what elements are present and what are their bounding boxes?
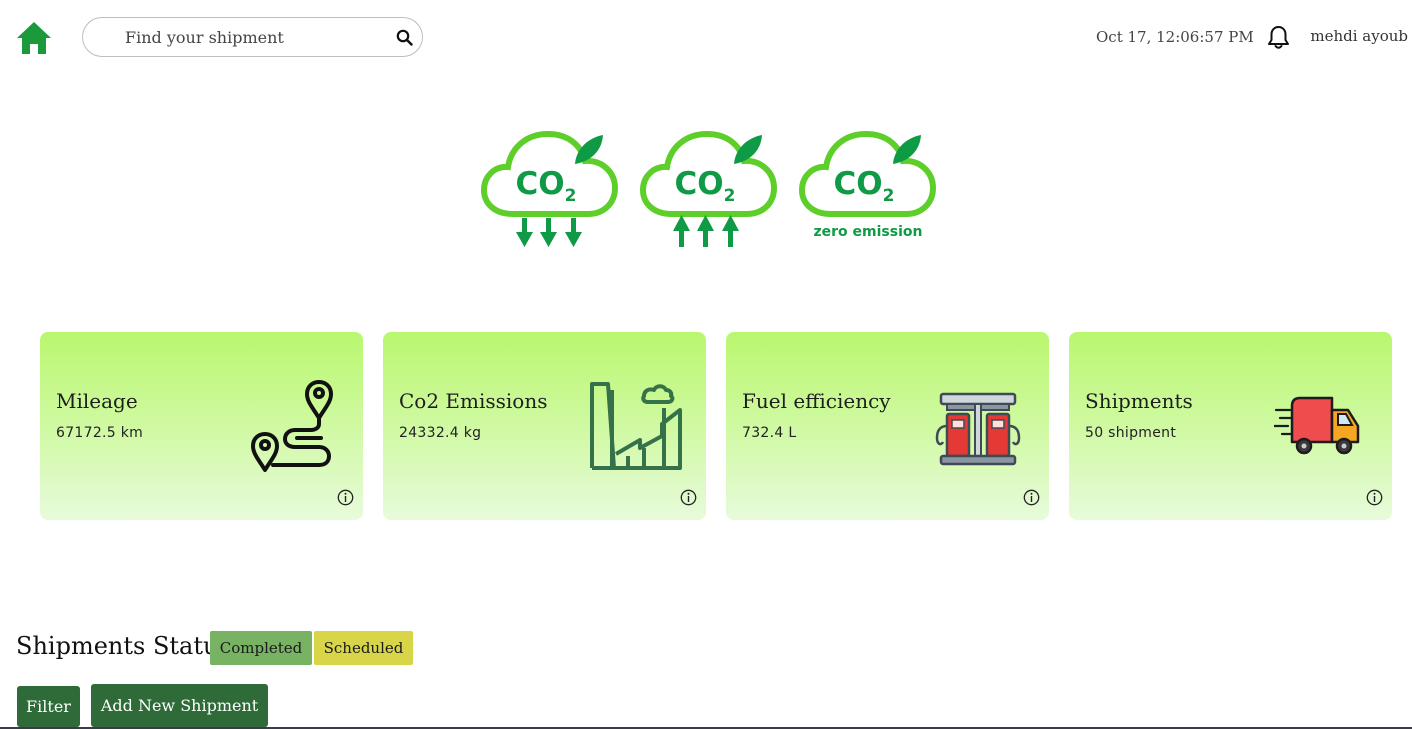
co2-subscript: 2 (724, 186, 736, 206)
card-value: 732.4 L (742, 425, 797, 441)
filter-button[interactable]: Filter (17, 686, 80, 727)
card-title: Mileage (56, 389, 138, 413)
fuel-station-icon (935, 392, 1021, 466)
zero-emission-caption: zero emission (814, 224, 923, 240)
co2-reduction-icon: CO2 (480, 130, 619, 247)
co2-increase-icon: CO2 (639, 130, 778, 247)
info-icon[interactable] (1023, 489, 1040, 506)
scheduled-filter-badge[interactable]: Scheduled (314, 631, 413, 665)
co2-zero-emission-icon: CO2 zero emission (798, 130, 937, 240)
co2-subscript: 2 (883, 186, 895, 206)
search-icon[interactable] (396, 29, 413, 46)
fuel-efficiency-card: Fuel efficiency 732.4 L (726, 332, 1049, 520)
bell-icon[interactable] (1267, 25, 1290, 50)
card-value: 50 shipment (1085, 425, 1177, 441)
card-value: 24332.4 kg (399, 425, 482, 441)
co2-emissions-card: Co2 Emissions 24332.4 kg (383, 332, 706, 520)
add-new-shipment-button[interactable]: Add New Shipment (91, 684, 268, 727)
co2-label: CO (834, 166, 883, 202)
search-box (82, 17, 423, 57)
search-input[interactable] (125, 26, 385, 48)
shipments-card: Shipments 50 shipment (1069, 332, 1392, 520)
card-value: 67172.5 km (56, 425, 144, 441)
route-icon (251, 380, 333, 472)
delivery-truck-icon (1274, 396, 1360, 455)
card-title: Shipments (1085, 389, 1193, 413)
card-title: Fuel efficiency (742, 389, 891, 413)
home-icon[interactable] (15, 20, 53, 56)
top-bar: Oct 17, 12:06:57 PM mehdi ayoub (0, 0, 1412, 78)
shipments-status-section: Shipments Status Completed Scheduled Fil… (0, 608, 1412, 729)
info-icon[interactable] (337, 489, 354, 506)
user-name[interactable]: mehdi ayoub (1300, 27, 1408, 45)
current-datetime: Oct 17, 12:06:57 PM (1096, 28, 1254, 46)
card-title: Co2 Emissions (399, 389, 548, 413)
co2-label: CO (675, 166, 724, 202)
completed-filter-badge[interactable]: Completed (210, 631, 312, 665)
mileage-card: Mileage 67172.5 km (40, 332, 363, 520)
co2-illustration-row: CO2 CO2 CO2 zero emission (478, 128, 940, 253)
factory-icon (590, 382, 682, 470)
co2-subscript: 2 (565, 186, 577, 206)
co2-label: CO (516, 166, 565, 202)
down-arrows-icon (516, 218, 582, 247)
info-icon[interactable] (1366, 489, 1383, 506)
up-arrows-icon (673, 215, 739, 247)
section-title: Shipments Status (16, 632, 231, 660)
info-icon[interactable] (680, 489, 697, 506)
